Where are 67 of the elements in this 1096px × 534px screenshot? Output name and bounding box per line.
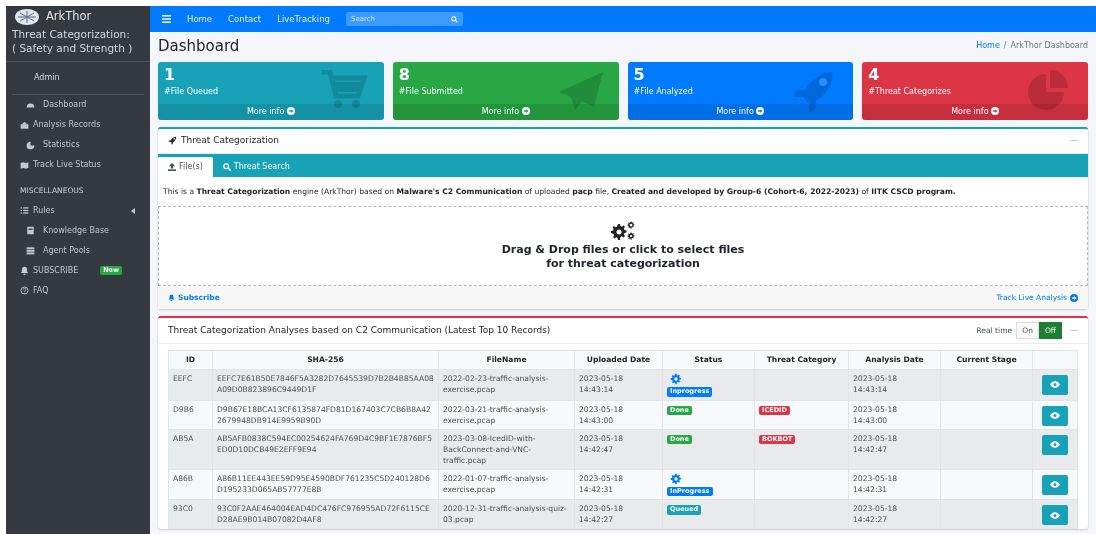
sidebar-item[interactable]: Statistics [6,135,150,156]
gear-icon [670,372,682,385]
view-button[interactable] [1042,505,1068,526]
eye-icon [1050,412,1060,420]
stat-label: #File Queued [163,86,219,99]
breadcrumb-separator: / [1003,41,1007,50]
stat-label: #File Submitted [397,86,464,99]
map-icon [20,160,29,170]
view-button[interactable] [1042,434,1068,455]
tab[interactable]: File(s) [158,156,213,177]
view-button[interactable] [1042,405,1068,426]
sidebar-item[interactable]: Agent Pools [6,240,150,261]
logo-icon [14,8,40,26]
dropzone-text: Drag & Drop files or click to select files for threat categorization [501,243,745,271]
page-title: Dashboard [158,37,240,55]
view-button[interactable] [1042,474,1068,495]
nav-link[interactable]: Home [187,12,213,26]
arrow-circle-icon [521,107,530,115]
menu-icon [162,15,171,23]
nav-link[interactable]: Contact [228,12,262,26]
arrow-circle-icon [756,107,765,115]
sidebar-item[interactable]: Analysis Records [6,115,150,136]
stat-value: 4 [867,64,881,85]
gears-icon [610,221,636,242]
arrow-circle-icon [286,107,295,115]
more-info-link[interactable]: More info [627,104,854,120]
eye-icon [1050,481,1060,489]
pie-chart-icon [26,140,35,150]
card-title: Threat Categorization [181,134,279,147]
sidebar-item[interactable]: Knowledge Base [6,220,150,241]
view-button[interactable] [1042,374,1068,395]
upload-icon [168,162,176,171]
arrow-circle-icon [1070,293,1078,302]
user-name[interactable]: Admin [12,62,144,96]
eye-icon [1050,441,1060,449]
breadcrumb-link[interactable]: Home [976,41,1000,50]
stat-label: #File Analyzed [632,86,694,99]
arrow-circle-icon [991,107,1000,115]
menu-button[interactable] [162,15,171,23]
list-icon [20,206,29,216]
search-icon [450,15,458,23]
brand-name: ArkThor [46,8,92,26]
sidebar-item[interactable]: FAQ [6,280,150,301]
server-icon [26,246,35,256]
eye-icon [1050,511,1060,519]
sidebar-item[interactable]: Track Live Status [6,155,150,176]
nav-link[interactable]: LiveTracking [277,12,330,26]
stat-value: 1 [163,64,177,85]
dropzone[interactable]: Drag & Drop files or click to select files for threat categorization [158,205,1088,286]
stat-value: 5 [632,64,646,85]
stat-label: #Threat Categorizes [867,86,952,99]
gear-icon [670,472,682,485]
eye-icon [1050,381,1060,389]
bell-icon [20,266,29,276]
help-icon [20,286,29,296]
building-icon [20,120,29,130]
stat-value: 8 [397,64,411,85]
sidebar-item[interactable]: Dashboard [6,95,150,116]
rocket-icon [168,136,177,146]
search-icon [222,162,231,171]
sidebar-item[interactable]: Rules [6,200,150,221]
breadcrumb-current: ArkThor Dashboard [1010,41,1088,50]
book-icon [26,226,35,236]
more-info-link[interactable]: More info [158,104,384,120]
tab[interactable]: Threat Search [212,156,300,177]
bell-icon [168,294,175,301]
card-title: Threat Categorization Analyses based on C2 Communication (Latest Top 10 Records) [168,324,551,337]
